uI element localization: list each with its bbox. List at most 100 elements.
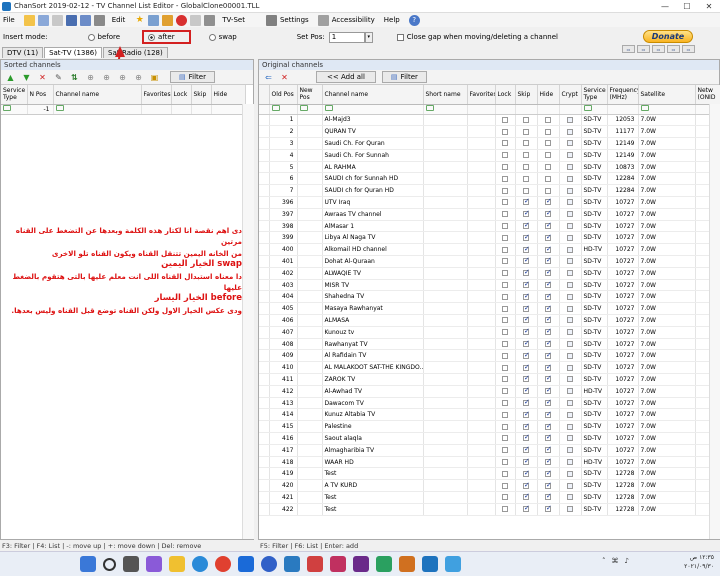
table-cell[interactable]: HD-TV <box>581 243 608 257</box>
lock-checkbox[interactable] <box>502 506 508 513</box>
table-row[interactable]: 418 WAAR HD HD-TV107277.0W <box>259 456 720 469</box>
teams-icon[interactable] <box>146 556 162 572</box>
hide-checkbox[interactable] <box>545 504 552 513</box>
table-cell[interactable] <box>297 314 323 327</box>
table-cell[interactable] <box>297 125 323 139</box>
table-cell[interactable] <box>423 172 468 186</box>
table-cell[interactable] <box>537 137 560 150</box>
table-cell[interactable]: 5 <box>269 161 298 174</box>
table-cell[interactable] <box>537 172 560 186</box>
table-row[interactable]: 402 ALWAQIE TV SD-TV107277.0W <box>259 267 720 280</box>
document-icon[interactable] <box>51 14 63 26</box>
table-cell[interactable] <box>423 338 468 351</box>
table-cell[interactable]: 6 <box>269 172 298 186</box>
table-cell[interactable]: 10727 <box>607 290 639 304</box>
filter-cell[interactable] <box>269 104 298 115</box>
favorite-a-icon[interactable]: ⊕ <box>84 71 97 83</box>
network-icon[interactable]: ⌘ <box>612 557 619 565</box>
start-icon[interactable] <box>80 556 96 572</box>
lock-checkbox[interactable] <box>502 282 508 289</box>
table-cell[interactable]: Kunouz tv <box>322 326 424 339</box>
table-cell[interactable] <box>297 161 323 174</box>
table-cell[interactable] <box>467 220 496 233</box>
table-cell[interactable]: Alkomail HD channel <box>322 243 424 257</box>
table-cell[interactable] <box>559 114 582 127</box>
table-cell[interactable] <box>537 125 560 139</box>
radio-before[interactable]: before <box>87 33 120 41</box>
app-icon[interactable] <box>307 556 323 572</box>
table-cell[interactable]: 7.0W <box>638 161 696 174</box>
table-cell[interactable] <box>495 184 516 198</box>
table-cell[interactable] <box>495 432 516 445</box>
table-cell[interactable] <box>515 220 538 233</box>
table-cell[interactable] <box>537 149 560 162</box>
table-cell[interactable]: SD-TV <box>581 314 608 327</box>
right-scrollbar[interactable] <box>709 104 720 539</box>
table-cell[interactable]: 7.0W <box>638 302 696 316</box>
col-new-pos[interactable]: New Pos <box>297 85 323 105</box>
table-cell[interactable]: 10727 <box>607 420 639 434</box>
table-cell[interactable] <box>297 503 323 516</box>
table-cell[interactable]: SD-TV <box>581 220 608 233</box>
table-cell[interactable]: SD-TV <box>581 432 608 445</box>
table-cell[interactable] <box>559 491 582 504</box>
table-cell[interactable]: 10727 <box>607 243 639 257</box>
table-row[interactable]: 404 Shahedna TV SD-TV107277.0W <box>259 290 720 304</box>
table-cell[interactable]: 10727 <box>607 432 639 445</box>
table-cell[interactable]: 7.0W <box>638 479 696 492</box>
skip-checkbox[interactable] <box>523 433 530 442</box>
table-cell[interactable]: 7.0W <box>638 338 696 351</box>
table-cell[interactable]: SD-TV <box>581 408 608 422</box>
table-cell[interactable] <box>495 373 516 386</box>
chevron-up-icon[interactable]: ˄ <box>602 557 606 565</box>
table-cell[interactable] <box>467 208 496 221</box>
table-cell[interactable]: AlMasar 1 <box>322 220 424 233</box>
search-icon[interactable] <box>103 557 116 571</box>
table-cell[interactable]: Shahedna TV <box>322 290 424 304</box>
table-cell[interactable] <box>467 125 496 139</box>
table-cell[interactable] <box>559 208 582 221</box>
table-cell[interactable] <box>515 243 538 257</box>
table-cell[interactable] <box>423 137 468 150</box>
skip-checkbox[interactable] <box>523 481 530 489</box>
table-cell[interactable]: 7.0W <box>638 503 696 516</box>
table-cell[interactable]: SD-TV <box>581 467 608 481</box>
table-cell[interactable] <box>559 373 582 386</box>
lock-checkbox[interactable] <box>502 223 508 230</box>
table-cell[interactable]: 10727 <box>607 208 639 221</box>
table-cell[interactable] <box>559 444 582 457</box>
table-cell[interactable]: 11177 <box>607 125 639 139</box>
table-cell[interactable]: SD-TV <box>581 267 608 280</box>
table-cell[interactable]: 7.0W <box>638 243 696 257</box>
table-cell[interactable] <box>297 267 323 280</box>
filter-cell[interactable] <box>537 104 560 115</box>
table-cell[interactable] <box>297 408 323 422</box>
table-cell[interactable]: Al Rafidain TV <box>322 349 424 363</box>
table-cell[interactable] <box>467 408 496 422</box>
table-cell[interactable] <box>515 231 538 245</box>
hide-icon[interactable] <box>176 14 188 26</box>
table-cell[interactable] <box>515 349 538 363</box>
table-cell[interactable] <box>559 349 582 363</box>
table-cell[interactable]: 7.0W <box>638 314 696 327</box>
table-row[interactable]: 408 Rawhanyat TV SD-TV107277.0W <box>259 338 720 351</box>
skip-checkbox[interactable] <box>523 175 529 182</box>
table-cell[interactable] <box>537 503 560 516</box>
table-cell[interactable] <box>537 326 560 339</box>
close-gap-checkbox[interactable] <box>396 33 404 41</box>
table-cell[interactable] <box>423 408 468 422</box>
lock-checkbox[interactable] <box>502 175 508 182</box>
table-cell[interactable]: 10727 <box>607 279 639 292</box>
table-cell[interactable] <box>423 149 468 162</box>
col-new-pos[interactable]: N Pos <box>27 85 54 105</box>
table-cell[interactable] <box>423 196 468 209</box>
table-row[interactable]: 1 Al-Majd3 SD-TV 12053 7.0W <box>259 114 720 127</box>
table-cell[interactable] <box>423 208 468 221</box>
table-cell[interactable] <box>515 373 538 386</box>
hide-checkbox[interactable] <box>545 197 552 206</box>
hide-checkbox[interactable] <box>545 268 552 277</box>
setpos-input[interactable]: 1 <box>328 31 365 43</box>
skip-checkbox[interactable] <box>523 116 529 123</box>
table-cell[interactable]: 10727 <box>607 220 639 233</box>
table-cell[interactable]: 10727 <box>607 408 639 422</box>
